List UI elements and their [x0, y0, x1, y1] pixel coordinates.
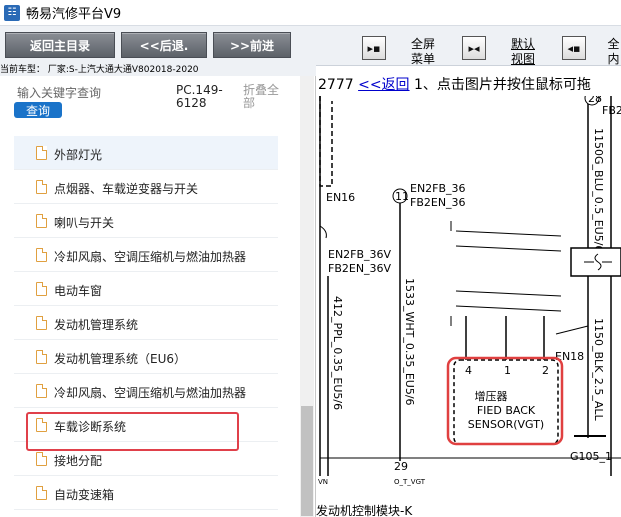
- en2fb36-label: EN2FB_36: [410, 182, 466, 195]
- tree-item[interactable]: 冷却风扇、空调压缩机与燃油加热器: [14, 238, 278, 272]
- fullscreen-menu-line2: 菜单: [410, 52, 435, 66]
- search-area: 输入关键字查询 查询 PC.149-6128 折叠全部: [0, 76, 315, 126]
- tree-item-label: 自动变速箱: [54, 488, 115, 502]
- collapse-all-button[interactable]: 折叠全部: [243, 84, 287, 110]
- document-icon: [36, 486, 47, 500]
- document-icon: [36, 248, 47, 262]
- tree-item[interactable]: 发动机管理系统: [14, 306, 278, 340]
- tree-item-label: 点烟器、车载逆变器与开关: [54, 182, 199, 196]
- fullscreen-content-icon[interactable]: ◂▪: [562, 36, 586, 60]
- default-view-icon[interactable]: ▸◂: [462, 36, 486, 60]
- instruction-text: 1、点击图片并按住鼠标可拖: [414, 77, 591, 93]
- pin1-label: 1: [504, 364, 511, 377]
- pin2-label: 2: [542, 364, 549, 377]
- fullscreen-menu-line1: 全屏: [410, 37, 435, 51]
- o-t-vgt-label: O_T_VGT: [394, 478, 426, 486]
- default-view-label[interactable]: 默认 视图: [508, 37, 538, 67]
- en16-label: EN16: [326, 191, 355, 204]
- back-to-main-button[interactable]: 返回主目录: [5, 32, 115, 58]
- module-caption: 发动机控制模块-K: [316, 504, 413, 517]
- window-title: 畅易汽修平台V9: [26, 7, 122, 22]
- wire-blk-label: 1150_BLK_2.5_ALL: [592, 318, 605, 422]
- en18-leader: [555, 325, 589, 335]
- pin11-label: 11: [395, 190, 409, 203]
- wiring-diagram[interactable]: 28 FB2 1150G_BLU_0.5_EU5/6 1150_BLK_2.5_…: [316, 96, 621, 496]
- tree-item-selected[interactable]: 发动机管理系统（EU6）: [14, 340, 278, 374]
- pin29-label: 29: [394, 460, 408, 473]
- tree-item[interactable]: 点烟器、车载逆变器与开关: [14, 170, 278, 204]
- fullscreen-menu-label[interactable]: 全屏 菜单: [408, 37, 438, 67]
- tree-item-label: 冷却风扇、空调压缩机与燃油加热器: [54, 250, 247, 264]
- tree-item[interactable]: 外部灯光: [14, 136, 278, 170]
- tree-item-label: 喇叭与开关: [54, 216, 115, 230]
- default-view-line2: 视图: [510, 52, 535, 66]
- wire-blu-label: 1150G_BLU_0.5_EU5/6: [592, 128, 605, 252]
- shield-lines: [455, 230, 562, 312]
- tree-item[interactable]: 喇叭与开关: [14, 204, 278, 238]
- document-icon: [36, 350, 47, 364]
- sidebar: 输入关键字查询 查询 PC.149-6128 折叠全部 外部灯光 点烟器、车载逆…: [0, 76, 316, 517]
- tree-item-label: 接地分配: [54, 454, 103, 468]
- document-icon: [36, 384, 47, 398]
- tree-item-label: 电动车窗: [54, 284, 103, 298]
- search-button[interactable]: 查询: [14, 102, 62, 118]
- default-view-line1: 默认: [510, 37, 535, 51]
- en2fb36v-label: EN2FB_36V: [328, 248, 392, 261]
- tree-item-label: 外部灯光: [54, 148, 103, 162]
- fullscreen-content-line2: 内: [607, 52, 620, 66]
- sensor-cn-label: 增压器: [475, 389, 508, 403]
- tree-item-label: 冷却风扇、空调压缩机与燃油加热器: [54, 386, 247, 400]
- document-icon: [36, 316, 47, 330]
- vn-label: VN: [318, 478, 328, 486]
- document-icon: [36, 452, 47, 466]
- document-icon: [36, 282, 47, 296]
- forward-button[interactable]: >>前进: [213, 32, 291, 58]
- sensor-en1-label: FIED BACK: [477, 404, 536, 417]
- toolbar: 返回主目录 <<后退. >>前进 ▸▪ 全屏 菜单 ▸◂ 默认 视图 ◂▪ 全 …: [0, 26, 621, 66]
- document-icon: [36, 214, 47, 228]
- document-icon: [36, 146, 47, 160]
- bend-1: [319, 225, 327, 239]
- page-number: 2777: [318, 77, 354, 93]
- fullscreen-menu-icon[interactable]: ▸▪: [362, 36, 386, 60]
- fullscreen-content-label[interactable]: 全 内: [606, 37, 621, 67]
- app-icon: ☷: [4, 4, 20, 21]
- search-input[interactable]: 输入关键字查询: [17, 84, 101, 101]
- content-panel: 2777 <<返回 1、点击图片并按住鼠标可拖 28 FB2 1150G_BLU…: [316, 76, 621, 517]
- sensor-en2-label: SENSOR(VGT): [468, 418, 544, 431]
- current-model-bar: 当前车型： 厂家:S-上汽大通大通V802018-2020: [0, 64, 316, 76]
- tree-item[interactable]: 自动变速箱: [14, 476, 278, 510]
- g105-label: G105_1: [570, 450, 612, 463]
- sidebar-scroll-thumb[interactable]: [301, 406, 313, 516]
- pc-code: PC.149-6128: [176, 83, 223, 110]
- tree-list: 外部灯光 点烟器、车载逆变器与开关 喇叭与开关 冷却风扇、空调压缩机与燃油加热器…: [14, 136, 278, 510]
- dashed-component-left: [319, 96, 333, 187]
- fullscreen-content-line1: 全: [607, 37, 620, 51]
- fuse-box: [570, 247, 621, 277]
- pin28-label: 28: [588, 96, 602, 105]
- document-icon: [36, 180, 47, 194]
- tree-item-label: 发动机管理系统（EU6）: [54, 352, 187, 366]
- back-button[interactable]: <<后退.: [121, 32, 207, 58]
- return-link[interactable]: <<返回: [358, 77, 409, 93]
- tree-item[interactable]: 冷却风扇、空调压缩机与燃油加热器: [14, 374, 278, 408]
- wire-wht-label: 1533_WHT_0.35_EU5/6: [403, 278, 416, 406]
- title-bar: ☷ 畅易汽修平台V9: [0, 0, 621, 26]
- selection-highlight-box: [26, 412, 239, 451]
- content-header: 2777 <<返回 1、点击图片并按住鼠标可拖: [318, 76, 621, 94]
- fb2-label: FB2: [602, 104, 621, 117]
- tree-item[interactable]: 电动车窗: [14, 272, 278, 306]
- pin4-label: 4: [465, 364, 472, 377]
- fb2en36-label: FB2EN_36: [410, 196, 466, 209]
- sidebar-scrollbar[interactable]: [300, 76, 314, 517]
- fb2en36v-label: FB2EN_36V: [328, 262, 392, 275]
- tree-item-label: 发动机管理系统: [54, 318, 139, 332]
- wire-ppl-label: 412_PPL_0.35_EU5/6: [331, 296, 344, 410]
